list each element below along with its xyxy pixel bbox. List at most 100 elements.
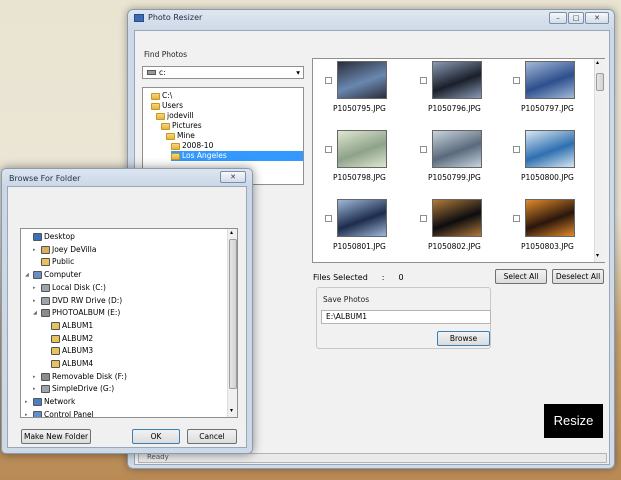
dialog-tree-item[interactable]: Desktop xyxy=(25,232,75,242)
disk-icon xyxy=(41,283,50,292)
files-selected-row: Files Selected : 0 xyxy=(313,273,404,282)
photo-thumbnail[interactable] xyxy=(525,130,575,168)
maximize-button[interactable]: □ xyxy=(568,12,584,24)
select-all-button[interactable]: Select All xyxy=(495,269,547,284)
expand-arrow-icon[interactable]: ▸ xyxy=(25,410,31,417)
folder-icon xyxy=(161,122,170,130)
dialog-folder-tree[interactable]: ▴ ▾ Desktop ▸ Joey DeVilla Public ◢ Computer ▸… xyxy=(20,228,238,418)
expand-arrow-icon[interactable]: ▸ xyxy=(25,397,31,407)
photo-checkbox[interactable] xyxy=(420,77,427,84)
dialog-tree-item[interactable]: ▸ Local Disk (C:) xyxy=(33,283,106,293)
dialog-tree-item[interactable]: ▸ Network xyxy=(25,397,75,407)
tree-item-pictures[interactable]: Pictures xyxy=(161,121,202,131)
dialog-tree-item[interactable]: ALBUM4 xyxy=(43,359,93,369)
dialog-title: Browse For Folder xyxy=(9,174,81,183)
make-new-folder-button[interactable]: Make New Folder xyxy=(21,429,91,444)
photo-checkbox[interactable] xyxy=(513,146,520,153)
photo-checkbox[interactable] xyxy=(420,146,427,153)
photo-filename: P1050800.JPG xyxy=(521,173,574,182)
dialog-tree-item[interactable]: ALBUM2 xyxy=(43,334,93,344)
photo-thumbnail[interactable] xyxy=(525,199,575,237)
expand-arrow-icon[interactable]: ▸ xyxy=(33,372,39,382)
scroll-down-icon[interactable]: ▾ xyxy=(230,407,233,414)
dvd-icon xyxy=(41,296,50,305)
photo-checkbox[interactable] xyxy=(325,146,332,153)
photo-thumbnail[interactable] xyxy=(432,130,482,168)
dialog-tree-item[interactable]: ALBUM3 xyxy=(43,346,93,356)
photo-thumbnail[interactable] xyxy=(432,199,482,237)
dialog-tree-item[interactable]: ◢ Computer xyxy=(25,270,81,280)
expand-arrow-icon[interactable]: ▸ xyxy=(33,296,39,306)
dialog-tree-item[interactable]: ▸ Control Panel xyxy=(25,410,94,417)
browse-button[interactable]: Browse xyxy=(437,331,490,346)
photo-checkbox[interactable] xyxy=(513,77,520,84)
scrollbar-thumb[interactable] xyxy=(229,239,237,389)
photo-filename: P1050795.JPG xyxy=(333,104,386,113)
expand-arrow-icon[interactable]: ◢ xyxy=(25,270,31,280)
photo-thumbnail[interactable] xyxy=(432,61,482,99)
thumbnail-scrollbar[interactable]: ▴ ▾ xyxy=(594,59,605,262)
close-button[interactable]: ✕ xyxy=(585,12,609,24)
dialog-tree-label: Public xyxy=(52,257,75,267)
dialog-tree-item[interactable]: ▸ SimpleDrive (G:) xyxy=(33,384,114,394)
desktop-icon xyxy=(33,233,42,241)
dialog-tree-label: Local Disk (C:) xyxy=(52,282,106,292)
photo-checkbox[interactable] xyxy=(513,215,520,222)
dialog-tree-label: PHOTOALBUM (E:) xyxy=(52,308,121,318)
deselect-all-button[interactable]: Deselect All xyxy=(552,269,604,284)
photo-thumbnail[interactable] xyxy=(337,61,387,99)
status-label: Ready xyxy=(147,453,169,461)
drive-icon xyxy=(41,372,50,381)
dialog-tree-item[interactable]: Public xyxy=(33,257,74,267)
dialog-tree-label: Joey DeVilla xyxy=(52,244,97,254)
save-photos-group: Save Photos E:\ALBUM1 Browse xyxy=(316,287,491,349)
resize-button[interactable]: Resize xyxy=(544,404,603,438)
window-title: Photo Resizer xyxy=(148,13,203,22)
photo-checkbox[interactable] xyxy=(325,215,332,222)
ok-button[interactable]: OK xyxy=(132,429,180,444)
scroll-down-icon[interactable]: ▾ xyxy=(596,252,599,259)
dialog-tree-scrollbar[interactable]: ▴ ▾ xyxy=(227,229,237,417)
tree-item-los-angeles[interactable]: Los Angeles xyxy=(171,151,303,161)
tree-item-2008-10[interactable]: 2008-10 xyxy=(171,141,213,151)
expand-arrow-icon[interactable]: ▸ xyxy=(33,283,39,293)
dialog-tree-label: Computer xyxy=(44,270,82,280)
folder-icon xyxy=(41,258,50,267)
tree-item-mine[interactable]: Mine xyxy=(166,131,195,141)
photo-checkbox[interactable] xyxy=(420,215,427,222)
dialog-tree-item[interactable]: ▸ Joey DeVilla xyxy=(33,245,96,255)
minimize-button[interactable]: – xyxy=(549,12,567,24)
expand-arrow-icon[interactable]: ▸ xyxy=(33,245,39,255)
thumbnail-panel[interactable]: ▴ ▾ P1050795.JPG P1050796.JPG P1050797.JPG… xyxy=(312,58,605,263)
dialog-tree-item[interactable]: ◢ PHOTOALBUM (E:) xyxy=(33,308,120,318)
drive-combo-value: c: xyxy=(159,68,166,77)
tree-item-c[interactable]: C:\ xyxy=(151,91,172,101)
dialog-tree-item[interactable]: ALBUM1 xyxy=(43,321,93,331)
files-selected-sep: : xyxy=(381,273,385,282)
photo-thumbnail[interactable] xyxy=(337,199,387,237)
app-icon xyxy=(134,13,144,22)
dialog-tree-item[interactable]: ▸ Removable Disk (F:) xyxy=(33,372,127,382)
cancel-button[interactable]: Cancel xyxy=(187,429,237,444)
folder-icon xyxy=(51,360,60,368)
expand-arrow-icon[interactable]: ◢ xyxy=(33,308,39,318)
scroll-up-icon[interactable]: ▴ xyxy=(230,229,233,236)
drive-combo[interactable]: c: ▾ xyxy=(142,66,304,79)
photo-thumbnail[interactable] xyxy=(337,130,387,168)
scrollbar-thumb[interactable] xyxy=(596,73,604,91)
tree-item-users[interactable]: Users xyxy=(151,101,183,111)
scroll-up-icon[interactable]: ▴ xyxy=(596,59,599,66)
folder-icon xyxy=(51,347,60,356)
dialog-close-button[interactable]: ✕ xyxy=(220,171,246,183)
tree-item-jodevill[interactable]: jodevill xyxy=(156,111,194,121)
computer-icon xyxy=(33,271,42,280)
save-path-field[interactable]: E:\ALBUM1 xyxy=(321,310,491,324)
photo-checkbox[interactable] xyxy=(325,77,332,84)
files-selected-count: 0 xyxy=(398,273,404,282)
status-bar: Ready xyxy=(138,453,607,463)
expand-arrow-icon[interactable]: ▸ xyxy=(33,384,39,394)
photo-thumbnail[interactable] xyxy=(525,61,575,99)
dialog-tree-item[interactable]: ▸ DVD RW Drive (D:) xyxy=(33,296,122,306)
dialog-tree-label: ALBUM3 xyxy=(62,346,94,356)
photo-filename: P1050801.JPG xyxy=(333,242,386,251)
